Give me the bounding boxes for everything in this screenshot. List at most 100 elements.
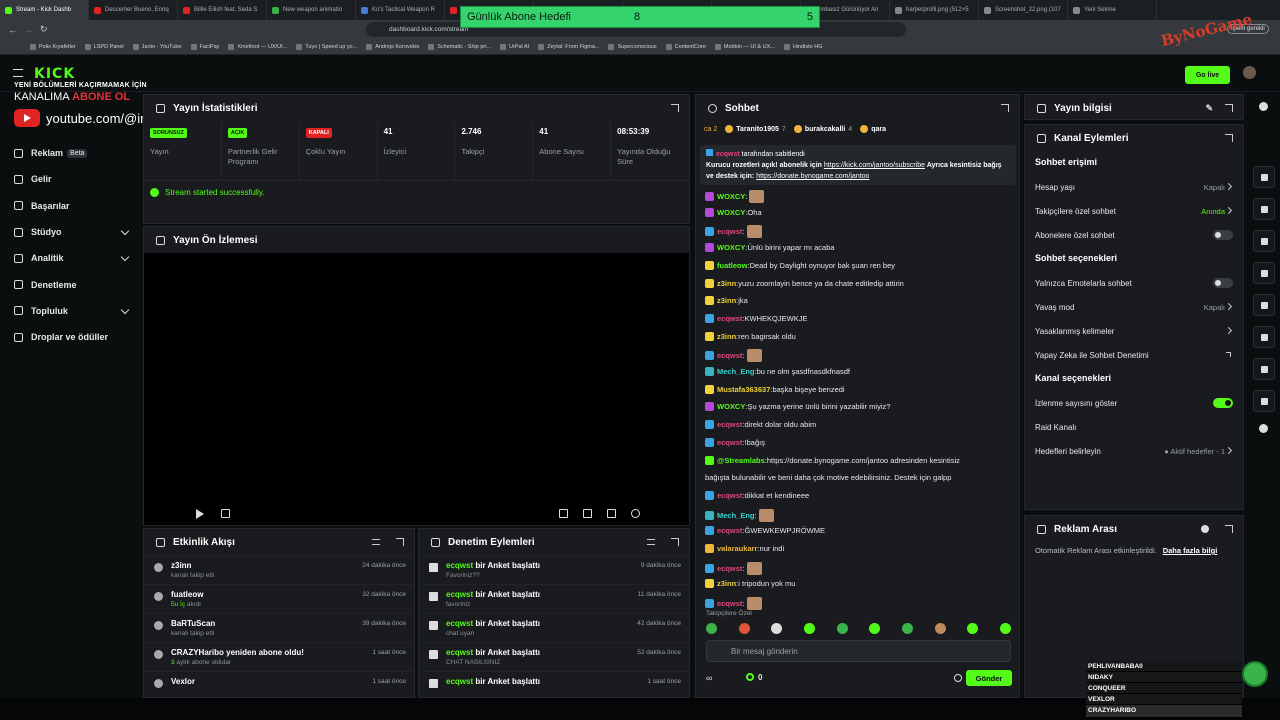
channel-setting-row[interactable]: Abonelere özel sohbet xyxy=(1025,223,1243,247)
bookmark-item[interactable]: FaciPay xyxy=(190,43,219,50)
gifter-chip[interactable]: burakcakalli 4 xyxy=(793,125,852,133)
reload-icon[interactable]: ↻ xyxy=(40,24,48,35)
chat-users-icon[interactable]: ∞ xyxy=(706,673,712,683)
pinned-link1[interactable]: https://kick.com/jantoo/subscribe xyxy=(824,162,925,169)
browser-tab[interactable]: Screenshot_22.png (107 xyxy=(979,0,1068,20)
rail-button-chat[interactable] xyxy=(1253,262,1275,284)
bookmark-item[interactable]: Superconscious xyxy=(608,43,657,50)
channel-setting-row[interactable]: İzlenme sayısını göster xyxy=(1025,391,1243,415)
browser-tab[interactable]: Ko's Tactical Weapon R xyxy=(356,0,445,20)
chat-username[interactable]: fuatleow xyxy=(717,261,747,270)
emote-icon[interactable] xyxy=(901,623,913,634)
chat-username[interactable]: WOXCY xyxy=(717,208,745,217)
bookmark-item[interactable]: Mobbin — UI & UX... xyxy=(714,43,775,50)
bookmark-item[interactable]: Janto - YouTube xyxy=(132,43,182,50)
mute-icon[interactable] xyxy=(221,509,230,518)
popout-icon[interactable] xyxy=(1225,104,1233,112)
rail-button-wrench[interactable] xyxy=(1253,358,1275,380)
chat-username[interactable]: ecqwst xyxy=(717,420,742,429)
forward-icon[interactable]: → xyxy=(24,25,33,35)
channel-setting-row[interactable]: Raid Kanalı xyxy=(1025,415,1243,439)
info-icon[interactable] xyxy=(1259,102,1268,111)
browser-tab[interactable]: Stream - Kick Dashb xyxy=(0,0,89,20)
rail-button-doc[interactable] xyxy=(1253,230,1275,252)
chevron-down-icon[interactable] xyxy=(120,226,130,236)
rail-button-window[interactable] xyxy=(1253,390,1275,412)
avatar[interactable] xyxy=(1243,66,1256,79)
toggle-switch[interactable] xyxy=(1213,278,1233,288)
sidebar-item[interactable]: Droplar ve ödüller xyxy=(0,324,142,350)
sidebar-item[interactable]: Topluluk xyxy=(0,298,142,324)
chat-username[interactable]: ecqwst xyxy=(717,599,742,608)
go-live-button[interactable]: Go live xyxy=(1185,66,1230,84)
popout-icon[interactable] xyxy=(1225,134,1233,142)
bookmark-item[interactable]: ContentCore xyxy=(665,43,706,50)
channel-setting-row[interactable]: Hesap yaşı Kapalı xyxy=(1025,175,1243,199)
chat-username[interactable]: valaraukarr xyxy=(717,544,757,553)
theater-icon[interactable] xyxy=(583,509,592,518)
chat-username[interactable]: z3inn xyxy=(717,332,736,341)
browser-tab[interactable]: New weapon animatio xyxy=(267,0,356,20)
emote-icon[interactable] xyxy=(803,623,815,634)
bookmark-item[interactable]: Xmethod — UX/UI... xyxy=(228,43,287,50)
bookmark-item[interactable]: Schematic - Ship pri... xyxy=(428,43,491,50)
channel-setting-row[interactable]: Takipçilere özel sohbet Anında xyxy=(1025,199,1243,223)
filter-icon[interactable] xyxy=(372,539,380,545)
emote-icon[interactable] xyxy=(934,623,946,634)
chat-username[interactable]: ecqwst xyxy=(717,351,742,360)
bookmark-item[interactable]: LSPD Panel xyxy=(84,43,124,50)
chevron-down-icon[interactable] xyxy=(120,305,130,315)
gifter-chip[interactable]: qara xyxy=(860,125,889,133)
chat-username[interactable]: WOXCY xyxy=(717,192,745,201)
sidebar-item[interactable]: Başarılar xyxy=(0,193,142,219)
emote-icon[interactable] xyxy=(999,623,1011,634)
bookmark-item[interactable]: Andrejs Korovskis xyxy=(366,43,419,50)
sidebar-item[interactable]: Gelir xyxy=(0,166,142,192)
menu-icon[interactable] xyxy=(13,69,23,77)
chat-username[interactable]: z3inn xyxy=(717,279,736,288)
emote-icon[interactable] xyxy=(771,623,783,634)
chat-username[interactable]: ecqwst xyxy=(717,314,742,323)
sidebar-item[interactable]: Reklam Beta xyxy=(0,140,142,166)
modlog-user[interactable]: ecqwst xyxy=(446,619,473,628)
channel-setting-row[interactable]: Yavaş mod Kapalı xyxy=(1025,295,1243,319)
chat-username[interactable]: WOXCY xyxy=(717,243,745,252)
rail-button-camera[interactable] xyxy=(1253,166,1275,188)
chat-username[interactable]: ecqwst xyxy=(717,564,742,573)
bookmark-item[interactable]: Tuyo | Speed up yo... xyxy=(296,43,357,50)
channel-setting-row[interactable]: Yapay Zeka ile Sohbet Denetimi xyxy=(1025,343,1243,367)
rail-button-list[interactable] xyxy=(1253,326,1275,348)
modlog-user[interactable]: ecqwst xyxy=(446,590,473,599)
chat-username[interactable]: ecqwst xyxy=(717,526,742,535)
settings-icon[interactable] xyxy=(631,509,640,518)
emote-icon[interactable] xyxy=(869,623,881,634)
info-icon[interactable] xyxy=(1201,525,1209,533)
kick-logo[interactable]: KICK xyxy=(34,66,75,82)
chat-username[interactable]: z3inn xyxy=(717,579,736,588)
puzzle-icon[interactable] xyxy=(1259,424,1268,433)
popout-icon[interactable] xyxy=(1225,525,1233,533)
emote-icon[interactable] xyxy=(836,623,848,634)
emote-icon[interactable] xyxy=(706,623,717,634)
video-player[interactable] xyxy=(144,253,689,525)
toggle-switch[interactable] xyxy=(1213,230,1233,240)
chat-username[interactable]: @Streamlabs xyxy=(717,456,765,465)
bookmark-item[interactable]: Zeytal: From Figma... xyxy=(538,43,599,50)
emote-icon[interactable] xyxy=(738,623,750,634)
chevron-down-icon[interactable] xyxy=(120,252,130,262)
gifter-chip[interactable]: Taranito1905 7 xyxy=(725,125,786,133)
browser-tab[interactable]: Billie Eilish feat. Seda S xyxy=(178,0,267,20)
chat-username[interactable]: z3inn xyxy=(717,296,736,305)
channel-setting-row[interactable]: Yalnızca Emotelarla sohbet xyxy=(1025,271,1243,295)
bookmark-item[interactable]: UrPal AI xyxy=(500,43,529,50)
modlog-user[interactable]: ecqwst xyxy=(446,648,473,657)
modlog-user[interactable]: ecqwst xyxy=(446,677,473,686)
chat-username[interactable]: ecqwst xyxy=(717,438,742,447)
rail-button-broadcast[interactable] xyxy=(1253,294,1275,316)
popout-icon[interactable] xyxy=(396,538,404,546)
chat-username[interactable]: WOXCY xyxy=(717,402,745,411)
pip-icon[interactable] xyxy=(559,509,568,518)
popout-icon[interactable] xyxy=(1001,104,1009,112)
send-button[interactable]: Gönder xyxy=(966,670,1012,686)
sidebar-item[interactable]: Analitik xyxy=(0,245,142,271)
